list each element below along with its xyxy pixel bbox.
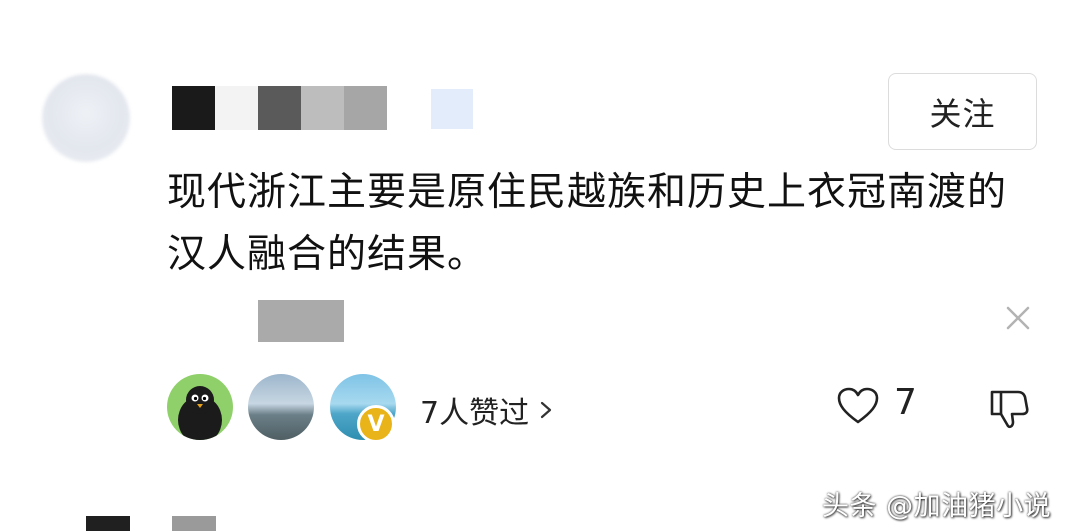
vip-badge-icon: V [357,405,395,443]
mosaic-block [215,86,258,130]
next-comment-name-redacted [172,516,216,531]
mosaic-block [258,86,301,130]
comment-card: 关注 现代浙江主要是原住民越族和历史上衣冠南渡的汉人融合的结果。 V 7人赞过 … [0,0,1080,531]
penguin-avatar[interactable] [167,374,233,440]
chevron-right-icon [540,401,552,419]
follow-button[interactable]: 关注 [888,73,1037,150]
heart-icon[interactable] [836,386,880,426]
likers-count-label: 7人赞过 [420,396,530,431]
commenter-avatar[interactable] [42,74,130,162]
watermark: 头条 @加油猪小说 [822,491,1052,522]
mosaic-block [344,86,387,130]
close-icon[interactable] [1000,300,1036,336]
mosaic-block [301,86,344,130]
seaside-avatar[interactable] [248,374,314,440]
penguin-icon [178,386,222,440]
next-comment-avatar-redacted [86,516,130,531]
dislike-icon[interactable] [988,386,1030,430]
comment-meta-redacted [258,300,344,342]
comment-text: 现代浙江主要是原住民越族和历史上衣冠南渡的汉人融合的结果。 [167,170,1008,277]
like-count: 7 [894,382,917,423]
user-badge-redacted [431,89,473,129]
username-redacted[interactable] [172,86,387,130]
likers-link[interactable]: 7人赞过 [420,388,553,432]
mosaic-block [172,86,215,130]
